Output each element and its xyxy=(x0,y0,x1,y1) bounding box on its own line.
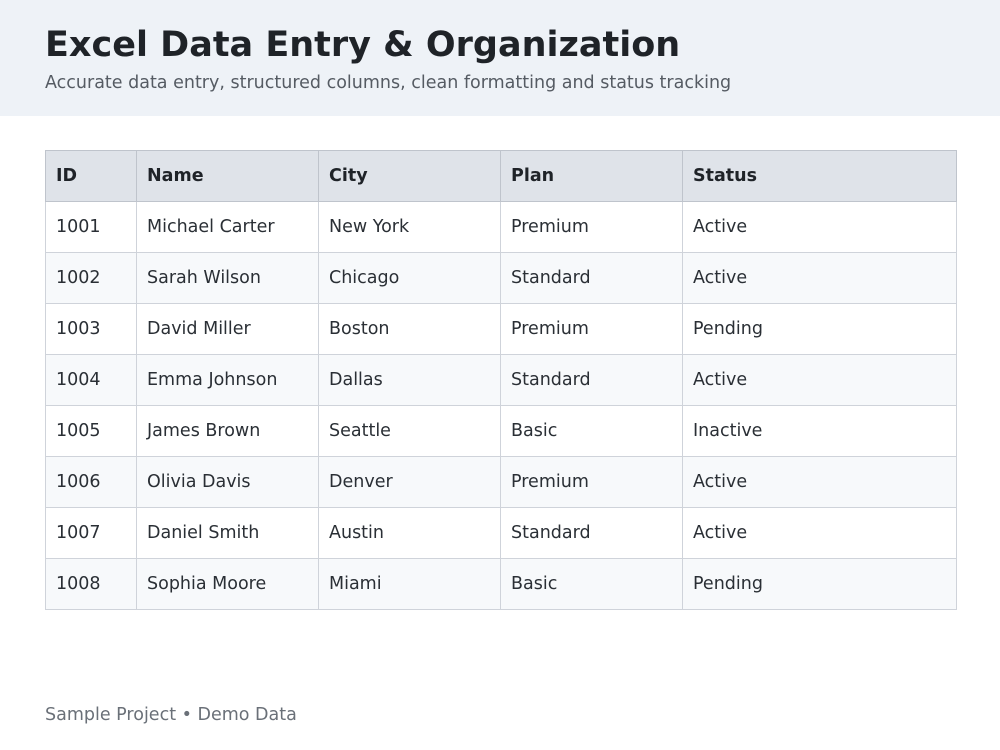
cell-status[interactable]: Inactive xyxy=(682,405,957,457)
cell-status[interactable]: Active xyxy=(682,354,957,406)
cell-name[interactable]: James Brown xyxy=(136,405,319,457)
cell-city[interactable]: Denver xyxy=(318,456,501,508)
cell-city[interactable]: New York xyxy=(318,201,501,253)
cell-city[interactable]: Austin xyxy=(318,507,501,559)
cell-city[interactable]: Miami xyxy=(318,558,501,610)
page-subtitle: Accurate data entry, structured columns,… xyxy=(45,73,732,93)
cell-name[interactable]: Emma Johnson xyxy=(136,354,319,406)
cell-id[interactable]: 1001 xyxy=(45,201,137,253)
cell-plan[interactable]: Premium xyxy=(500,456,683,508)
column-header-status[interactable]: Status xyxy=(682,150,957,202)
cell-id[interactable]: 1007 xyxy=(45,507,137,559)
cell-city[interactable]: Seattle xyxy=(318,405,501,457)
cell-name[interactable]: David Miller xyxy=(136,303,319,355)
table-row: 1002 Sarah Wilson Chicago Standard Activ… xyxy=(45,252,957,304)
table-row: 1008 Sophia Moore Miami Basic Pending xyxy=(45,558,957,610)
footer-text: Sample Project • Demo Data xyxy=(45,705,297,725)
cell-name[interactable]: Michael Carter xyxy=(136,201,319,253)
cell-id[interactable]: 1004 xyxy=(45,354,137,406)
cell-plan[interactable]: Standard xyxy=(500,354,683,406)
cell-name[interactable]: Olivia Davis xyxy=(136,456,319,508)
cell-name[interactable]: Sarah Wilson xyxy=(136,252,319,304)
cell-id[interactable]: 1002 xyxy=(45,252,137,304)
table-row: 1001 Michael Carter New York Premium Act… xyxy=(45,201,957,253)
column-header-id[interactable]: ID xyxy=(45,150,137,202)
cell-name[interactable]: Daniel Smith xyxy=(136,507,319,559)
cell-plan[interactable]: Standard xyxy=(500,252,683,304)
table-row: 1005 James Brown Seattle Basic Inactive xyxy=(45,405,957,457)
table-header-row: ID Name City Plan Status xyxy=(45,150,957,202)
page-title: Excel Data Entry & Organization xyxy=(45,25,681,65)
page-header: Excel Data Entry & Organization Accurate… xyxy=(0,0,1000,116)
cell-plan[interactable]: Premium xyxy=(500,303,683,355)
cell-status[interactable]: Pending xyxy=(682,303,957,355)
cell-status[interactable]: Active xyxy=(682,252,957,304)
column-header-city[interactable]: City xyxy=(318,150,501,202)
cell-status[interactable]: Active xyxy=(682,507,957,559)
cell-city[interactable]: Dallas xyxy=(318,354,501,406)
cell-plan[interactable]: Basic xyxy=(500,558,683,610)
cell-status[interactable]: Pending xyxy=(682,558,957,610)
cell-status[interactable]: Active xyxy=(682,456,957,508)
table-row: 1006 Olivia Davis Denver Premium Active xyxy=(45,456,957,508)
cell-id[interactable]: 1003 xyxy=(45,303,137,355)
column-header-plan[interactable]: Plan xyxy=(500,150,683,202)
table-row: 1007 Daniel Smith Austin Standard Active xyxy=(45,507,957,559)
cell-status[interactable]: Active xyxy=(682,201,957,253)
cell-city[interactable]: Boston xyxy=(318,303,501,355)
cell-plan[interactable]: Standard xyxy=(500,507,683,559)
cell-plan[interactable]: Basic xyxy=(500,405,683,457)
table-row: 1003 David Miller Boston Premium Pending xyxy=(45,303,957,355)
cell-id[interactable]: 1008 xyxy=(45,558,137,610)
cell-id[interactable]: 1006 xyxy=(45,456,137,508)
column-header-name[interactable]: Name xyxy=(136,150,319,202)
cell-id[interactable]: 1005 xyxy=(45,405,137,457)
cell-plan[interactable]: Premium xyxy=(500,201,683,253)
data-table: ID Name City Plan Status 1001 Michael Ca… xyxy=(45,150,957,610)
cell-city[interactable]: Chicago xyxy=(318,252,501,304)
cell-name[interactable]: Sophia Moore xyxy=(136,558,319,610)
table-row: 1004 Emma Johnson Dallas Standard Active xyxy=(45,354,957,406)
